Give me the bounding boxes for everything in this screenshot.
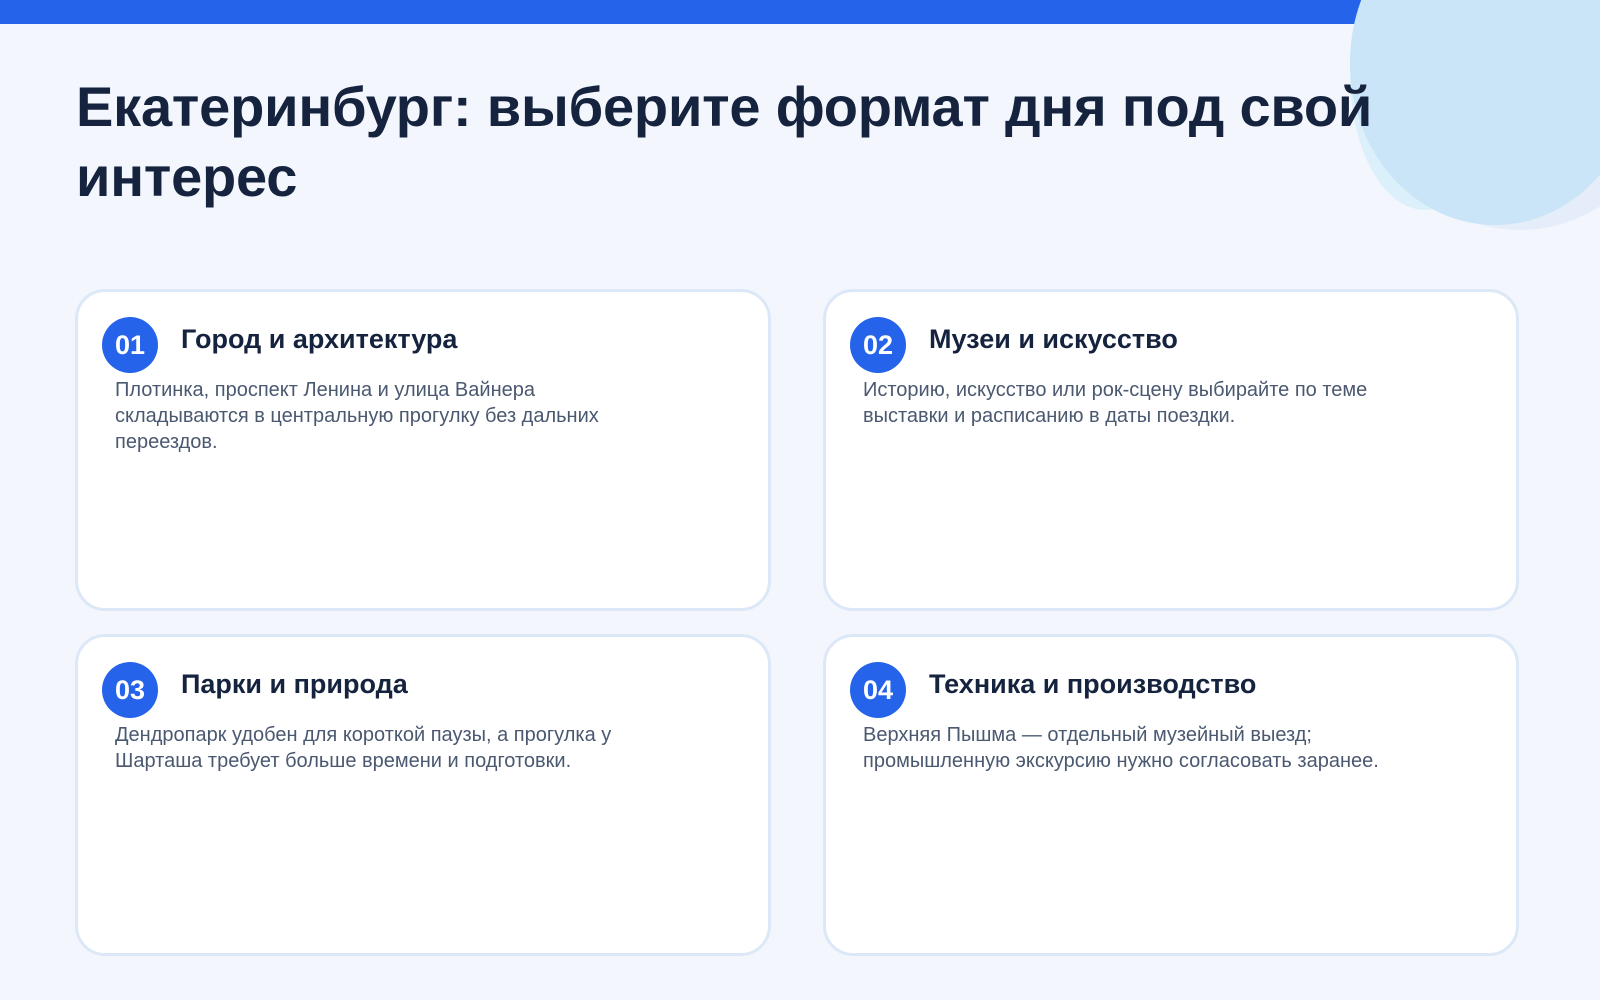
card-museums-art: 02 Музеи и искусство Историю, искусство … [823,289,1519,611]
card-title: Город и архитектура [181,324,458,354]
card-title: Парки и природа [181,669,408,699]
card-tech-industry: 04 Техника и производство Верхняя Пышма … [823,634,1519,956]
card-title: Музеи и искусство [929,324,1178,354]
card-number-badge: 03 [102,662,158,718]
card-number-badge: 04 [850,662,906,718]
card-number-badge: 01 [102,317,158,373]
card-description: Историю, искусство или рок-сцену выбирай… [863,379,1368,427]
card-description: Плотинка, проспект Ленина и улица Вайнер… [115,379,599,453]
card-title: Техника и производство [929,669,1257,699]
page-title: Екатеринбург: выберите формат дня под св… [76,75,1373,208]
top-accent-bar [0,0,1600,24]
card-description: Верхняя Пышма — отдельный музейный выезд… [863,724,1379,772]
card-description: Дендропарк удобен для короткой паузы, а … [115,724,612,772]
card-parks-nature: 03 Парки и природа Дендропарк удобен для… [75,634,771,956]
card-city-architecture: 01 Город и архитектура Плотинка, проспек… [75,289,771,611]
card-number-badge: 02 [850,317,906,373]
